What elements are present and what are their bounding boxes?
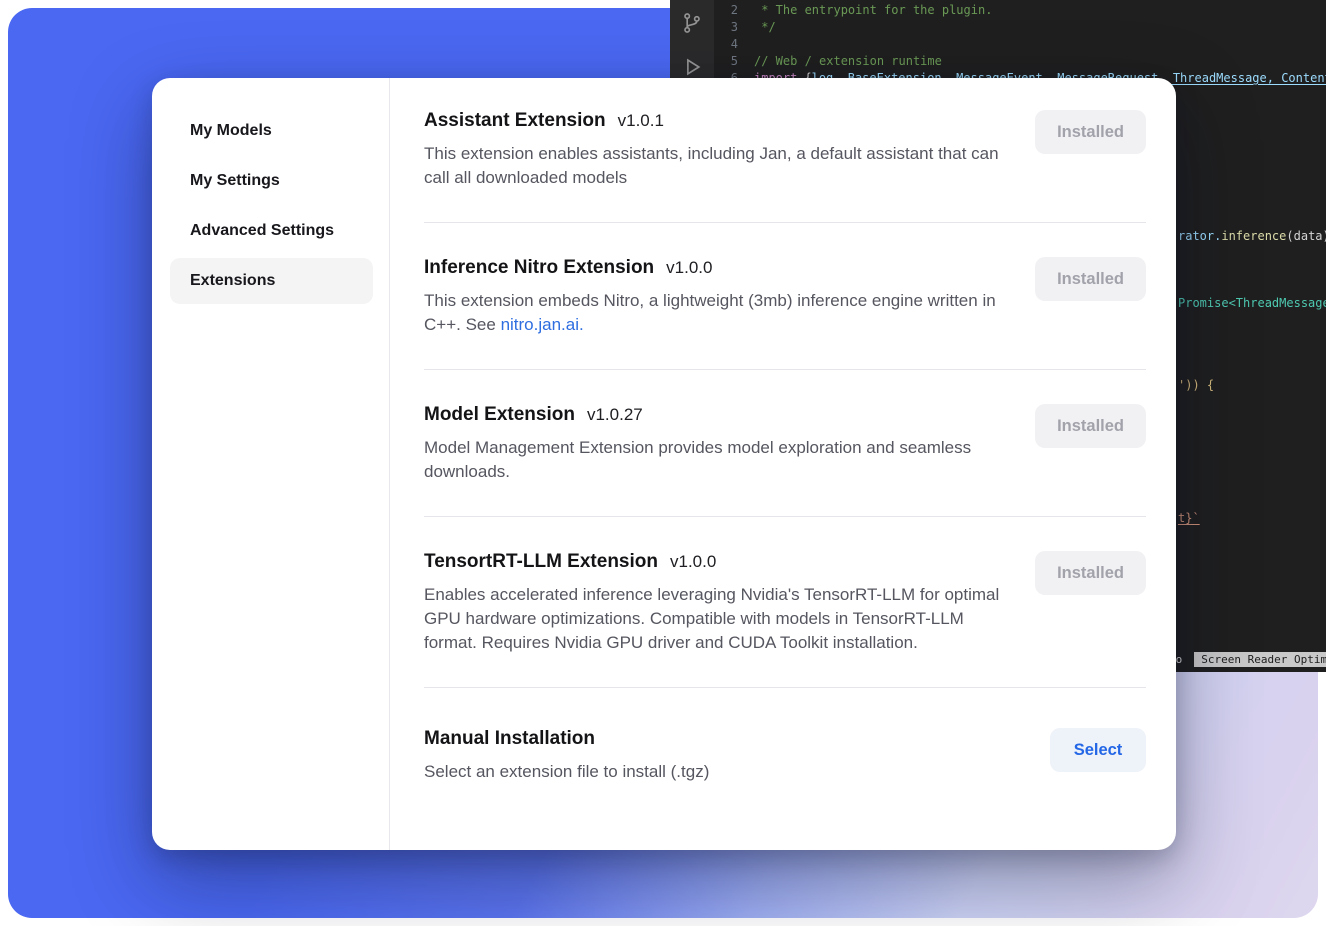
- installed-button[interactable]: Installed: [1035, 257, 1146, 301]
- settings-modal: My Models My Settings Advanced Settings …: [152, 78, 1176, 850]
- extension-version: v1.0.27: [587, 405, 643, 425]
- screen: 2 * The entrypoint for the plugin. 3 */ …: [0, 0, 1326, 926]
- source-control-icon[interactable]: [681, 12, 703, 34]
- nitro-jan-ai-link[interactable]: nitro.jan.ai.: [501, 315, 584, 334]
- code-line: 4: [714, 36, 1326, 53]
- manual-installation-description: Select an extension file to install (.tg…: [424, 760, 709, 784]
- extension-description: Model Management Extension provides mode…: [424, 436, 1011, 484]
- code-fragment-inference-call: rator.inference(data));: [1178, 229, 1326, 243]
- extension-title-row: Inference Nitro Extension v1.0.0: [424, 257, 1011, 279]
- sidebar-item-advanced-settings[interactable]: Advanced Settings: [170, 208, 373, 254]
- extension-row-assistant: Assistant Extension v1.0.1 This extensio…: [424, 108, 1146, 223]
- sidebar-item-my-settings[interactable]: My Settings: [170, 158, 373, 204]
- extension-row-tensorrt-llm: TensortRT-LLM Extension v1.0.0 Enables a…: [424, 517, 1146, 688]
- extension-info: Assistant Extension v1.0.1 This extensio…: [424, 110, 1011, 190]
- code-fragment-promise-type: Promise<ThreadMessage>: [1178, 296, 1326, 310]
- select-file-button[interactable]: Select: [1050, 728, 1146, 772]
- installed-button[interactable]: Installed: [1035, 404, 1146, 448]
- code-token: inference: [1221, 229, 1286, 243]
- manual-installation-row: Manual Installation Select an extension …: [424, 688, 1146, 816]
- screen-reader-notice-chip[interactable]: Screen Reader Optimized: [1194, 652, 1326, 667]
- manual-installation-info: Manual Installation Select an extension …: [424, 728, 709, 784]
- editor-code-area: 2 * The entrypoint for the plugin. 3 */ …: [714, 2, 1326, 87]
- code-text: * The entrypoint for the plugin.: [738, 2, 992, 19]
- sidebar-item-label: My Models: [190, 122, 272, 140]
- sidebar-item-label: Advanced Settings: [190, 222, 334, 240]
- extension-info: Inference Nitro Extension v1.0.0 This ex…: [424, 257, 1011, 337]
- extension-title: TensortRT-LLM Extension: [424, 551, 658, 573]
- code-text: // Web / extension runtime: [738, 53, 942, 70]
- code-line: 2 * The entrypoint for the plugin.: [714, 2, 1326, 19]
- code-fragment-string-close: ')) {: [1178, 378, 1214, 392]
- code-text: */: [738, 19, 776, 36]
- extension-title: Model Extension: [424, 404, 575, 426]
- code-line: 3 */: [714, 19, 1326, 36]
- installed-button[interactable]: Installed: [1035, 551, 1146, 595]
- line-number: 5: [714, 53, 738, 70]
- line-number: 2: [714, 2, 738, 19]
- extension-version: v1.0.1: [618, 111, 664, 131]
- extension-info: TensortRT-LLM Extension v1.0.0 Enables a…: [424, 551, 1011, 655]
- code-text: [738, 36, 754, 53]
- extension-version: v1.0.0: [670, 552, 716, 572]
- line-number: 4: [714, 36, 738, 53]
- manual-installation-title: Manual Installation: [424, 728, 595, 750]
- extensions-panel: Assistant Extension v1.0.1 This extensio…: [390, 78, 1176, 850]
- extension-title: Inference Nitro Extension: [424, 257, 654, 279]
- extension-description: This extension embeds Nitro, a lightweig…: [424, 289, 1011, 337]
- installed-button[interactable]: Installed: [1035, 110, 1146, 154]
- code-token: rator.: [1178, 229, 1221, 243]
- extension-row-inference-nitro: Inference Nitro Extension v1.0.0 This ex…: [424, 223, 1146, 370]
- extension-description: This extension enables assistants, inclu…: [424, 142, 1011, 190]
- sidebar-item-my-models[interactable]: My Models: [170, 108, 373, 154]
- extension-title-row: Model Extension v1.0.27: [424, 404, 1011, 426]
- extension-title-row: Assistant Extension v1.0.1: [424, 110, 1011, 132]
- code-token: (data));: [1286, 229, 1326, 243]
- manual-installation-title-row: Manual Installation: [424, 728, 709, 750]
- extension-title: Assistant Extension: [424, 110, 606, 132]
- extension-info: Model Extension v1.0.27 Model Management…: [424, 404, 1011, 484]
- code-fragment-template-close: t}`: [1178, 511, 1200, 525]
- extension-row-model: Model Extension v1.0.27 Model Management…: [424, 370, 1146, 517]
- extension-version: v1.0.0: [666, 258, 712, 278]
- settings-sidebar: My Models My Settings Advanced Settings …: [152, 78, 390, 850]
- extension-description: Enables accelerated inference leveraging…: [424, 583, 1011, 655]
- code-line: 5 // Web / extension runtime: [714, 53, 1326, 70]
- sidebar-item-label: My Settings: [190, 172, 280, 190]
- line-number: 3: [714, 19, 738, 36]
- extension-title-row: TensortRT-LLM Extension v1.0.0: [424, 551, 1011, 573]
- sidebar-item-label: Extensions: [190, 272, 275, 290]
- sidebar-item-extensions[interactable]: Extensions: [170, 258, 373, 304]
- editor-status-bar: go Screen Reader Optimized: [1169, 652, 1326, 667]
- run-debug-icon[interactable]: [681, 56, 703, 78]
